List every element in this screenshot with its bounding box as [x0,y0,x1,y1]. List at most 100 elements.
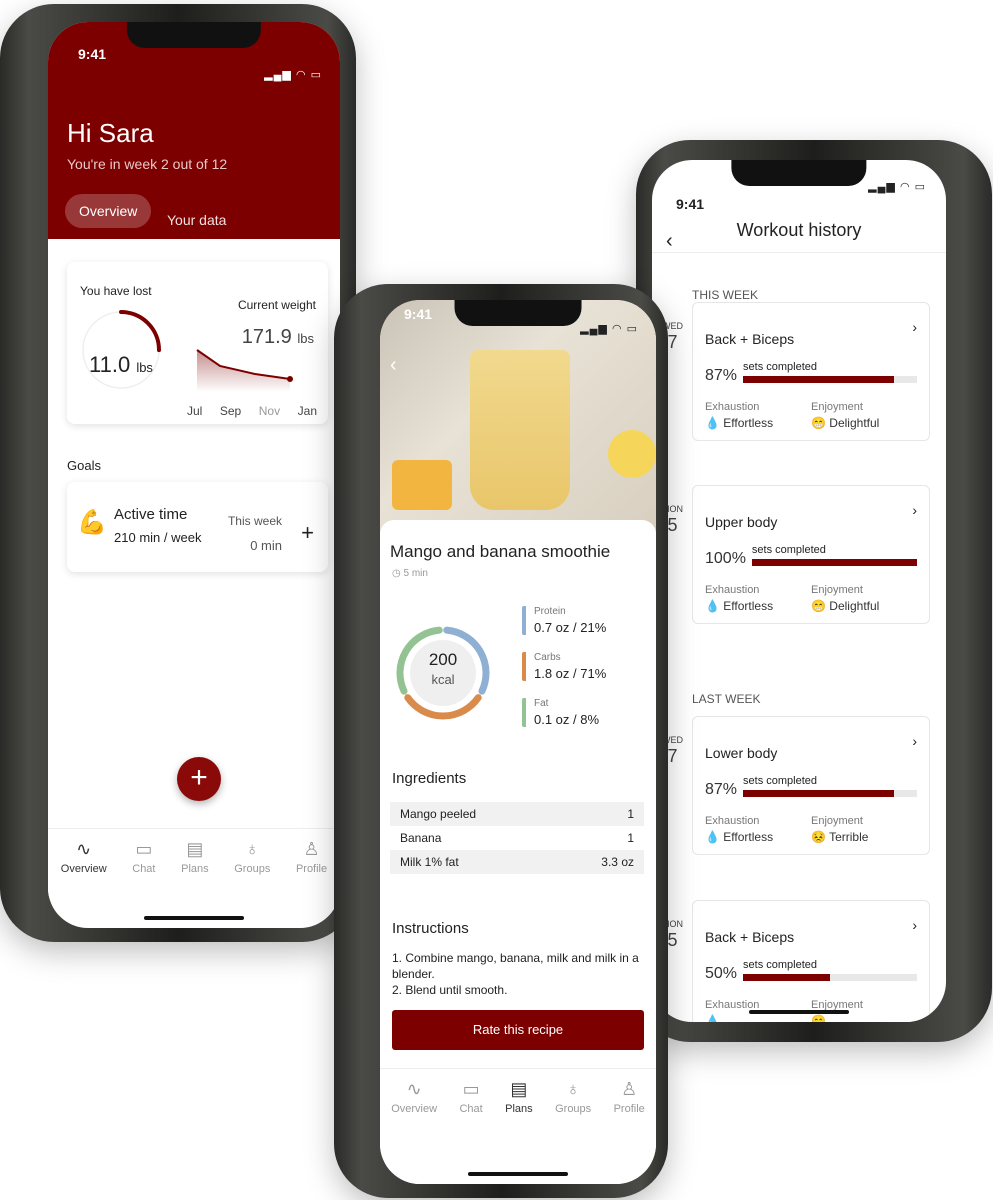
weight-card[interactable]: You have lost 11.0 lbs Current weight 17… [67,262,328,424]
ingredients-table: Mango peeled 1 Banana 1 Milk 1% fat 3.3 oz [390,802,644,874]
notch [454,300,582,326]
home-indicator [144,916,244,920]
chat-icon: ▭ [462,1079,480,1099]
chevron-right-icon: › [912,733,917,749]
lost-value: 11.0 lbs [89,352,153,377]
profile-icon: ♙ [303,839,320,859]
progress-bar [743,974,917,981]
week-subtitle: You're in week 2 out of 12 [67,156,228,172]
workout-card[interactable]: Lower body › 87% sets completed Exhausti… [692,716,930,855]
nav-profile[interactable]: ♙ Profile [296,839,327,898]
groups-icon: ♁ [566,1079,580,1099]
grinning-face-icon: 😁 [811,416,826,430]
phone-recipe: ‹ 9:41 ▂▄▆ ◠ ▭ Mango and banana smoothie… [334,284,668,1198]
nav-plans[interactable]: ▤ Plans [505,1079,533,1138]
nav-groups[interactable]: ♁ Groups [234,839,270,898]
chevron-right-icon: › [912,502,917,518]
section-last-week: LAST WEEK [692,692,761,706]
notch [126,22,262,48]
nav-chat[interactable]: ▭ Chat [459,1079,482,1138]
grinning-face-icon: 😁 [811,1014,826,1022]
ingredient-row: Mango peeled 1 [390,802,644,826]
frowning-face-icon: 😣 [811,830,826,844]
status-time: 9:41 [404,306,433,322]
profile-icon: ♙ [621,1079,638,1099]
workout-title: Lower body [705,745,778,761]
status-time: 9:41 [78,46,107,62]
recipe-title: Mango and banana smoothie [390,542,611,561]
completion-percent: 100% [705,550,746,567]
completion-percent: 87% [705,781,738,798]
goal-card-active-time[interactable]: 💪 Active time 210 min / week This week 0… [67,482,328,572]
droplet-icon: 💧 [705,599,720,613]
chevron-right-icon: › [912,917,917,933]
rate-recipe-button[interactable]: Rate this recipe [392,1010,644,1050]
nav-groups[interactable]: ♁ Groups [555,1079,591,1138]
greeting: Hi Sara [67,118,154,148]
nav-profile[interactable]: ♙ Profile [614,1079,645,1138]
status-time: 9:41 [676,196,705,212]
current-weight-label: Current weight [237,298,316,312]
tab-overview[interactable]: Overview [65,194,152,228]
back-icon[interactable]: ‹ [390,354,397,377]
home-indicator [468,1172,568,1176]
weight-trend-chart [196,349,293,392]
nav-chat[interactable]: ▭ Chat [132,839,155,898]
macro-fat: Fat 0.1 oz / 8% [522,698,599,727]
kcal-value: 200 [428,650,458,669]
nav-overview[interactable]: ∿ Overview [391,1079,437,1138]
add-fab-button[interactable]: + [177,757,221,801]
goal-target: 210 min / week [114,530,202,545]
completion-percent: 87% [705,367,738,384]
goal-title: Active time [114,506,188,523]
this-week-value: 0 min [250,538,282,553]
clock-icon: ◷ [392,568,401,579]
document-icon: ▤ [186,839,204,859]
flexed-biceps-icon: 💪 [77,509,107,536]
mango-cubes [392,460,452,510]
tab-your-data[interactable]: Your data [167,212,226,228]
lost-progress-ring [81,310,161,390]
add-icon[interactable]: + [301,520,314,546]
ingredients-heading: Ingredients [392,770,467,787]
macro-carbs: Carbs 1.8 oz / 71% [522,652,606,681]
phone-workout-history: 9:41 ▂▄▆ ◠ ▭ ‹ Workout history THIS WEEK… [636,140,992,1042]
section-this-week: THIS WEEK [692,288,759,302]
home-indicator [749,1010,849,1014]
workout-card[interactable]: Back + Biceps › 87% sets completed Exhau… [692,302,930,441]
progress-bar [751,559,917,566]
workout-title: Upper body [705,514,778,530]
smoothie-glass [470,350,570,510]
bottom-nav: ∿ Overview ▭ Chat ▤ Plans ♁ Groups ♙ Profile [380,1068,656,1138]
nav-overview[interactable]: ∿ Overview [61,839,107,898]
prep-time: ◷ 5 min [392,568,428,579]
activity-icon: ∿ [406,1079,422,1099]
activity-icon: ∿ [76,839,92,859]
status-icons: ▂▄▆ ◠ ▭ [868,181,926,193]
droplet-icon: 💧 [705,830,720,844]
status-icons: ▂▄▆ ◠ ▭ [264,69,322,81]
workout-title: Back + Biceps [705,929,795,945]
lost-label: You have lost [80,284,152,298]
chevron-right-icon: › [912,319,917,335]
droplet-icon: 💧 [705,1014,720,1022]
ingredient-row: Milk 1% fat 3.3 oz [390,850,644,874]
instructions-heading: Instructions [392,920,469,937]
bottom-nav: ∿ Overview ▭ Chat ▤ Plans ♁ Groups ♙ Profile [48,828,340,898]
document-icon: ▤ [510,1079,528,1099]
progress-bar [743,790,917,797]
workout-card[interactable]: Upper body › 100% sets completed Exhaust… [692,485,930,624]
this-week-label: This week [227,514,282,528]
instructions-list: 1. Combine mango, banana, milk and milk … [392,951,639,998]
droplet-icon: 💧 [705,416,720,430]
divider [652,252,946,253]
ingredient-row: Banana 1 [400,831,634,845]
groups-icon: ♁ [245,839,260,859]
workout-card[interactable]: Back + Biceps › 50% sets completed Exhau… [692,900,930,1022]
notch [731,160,867,186]
lemon [608,430,656,478]
macro-protein: Protein 0.7 oz / 21% [522,606,606,635]
goals-heading: Goals [67,458,101,473]
month-axis: Jul Sep Nov Jan [187,404,317,418]
nav-plans[interactable]: ▤ Plans [181,839,209,898]
